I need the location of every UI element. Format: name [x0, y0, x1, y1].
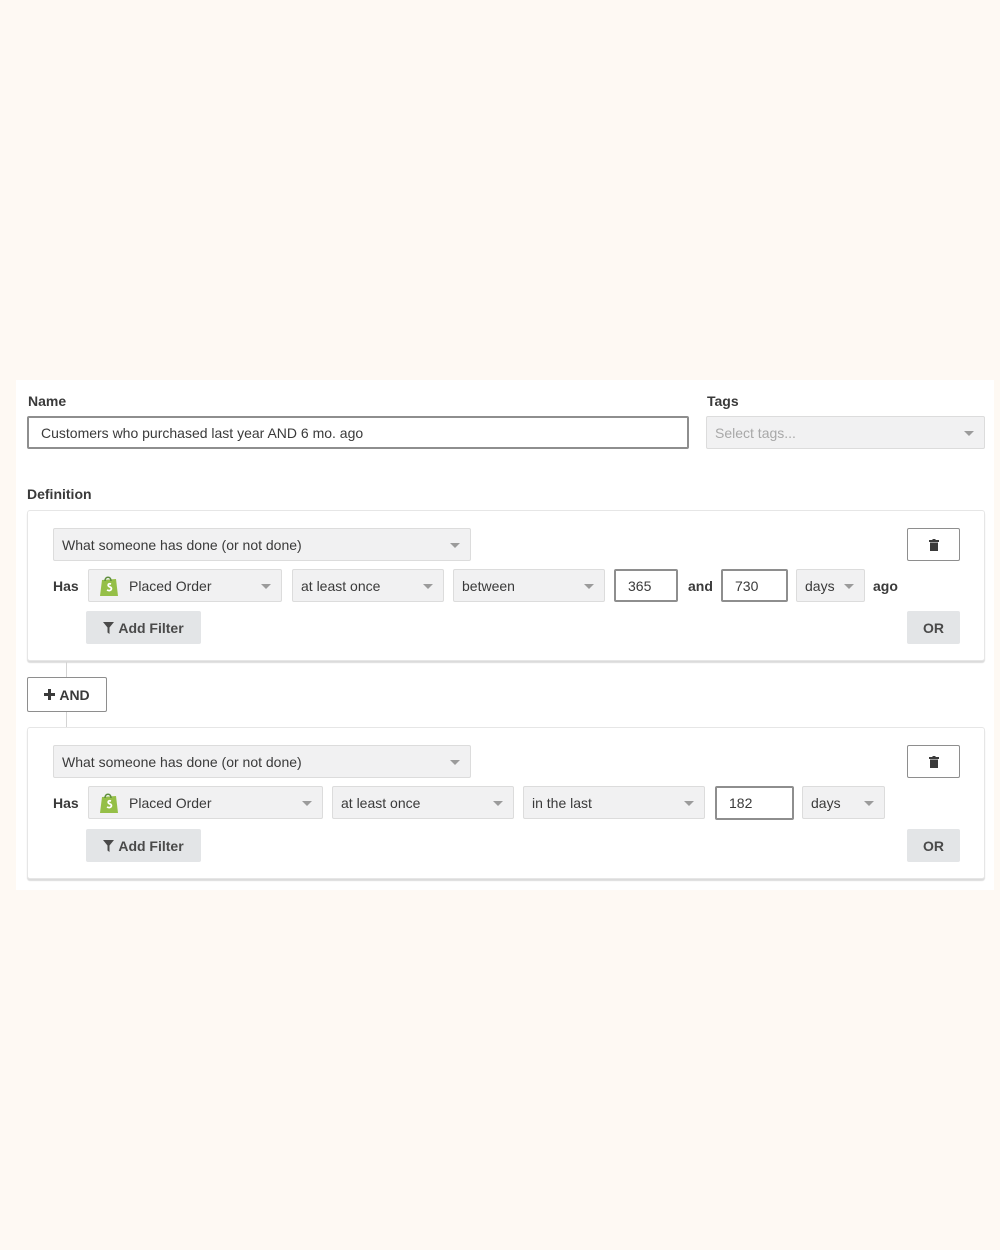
- unit-select[interactable]: days: [802, 786, 885, 819]
- definition-label: Definition: [27, 486, 92, 502]
- name-label: Name: [28, 393, 67, 409]
- condition-type-label: What someone has done (or not done): [62, 753, 302, 770]
- funnel-icon: [103, 621, 115, 634]
- condition-card-1: What someone has done (or not done) Has …: [27, 510, 985, 661]
- or-button[interactable]: OR: [907, 611, 960, 644]
- unit-label: days: [811, 794, 841, 811]
- and-label: and: [688, 578, 713, 594]
- tags-placeholder: Select tags...: [715, 424, 796, 441]
- has-label: Has: [53, 795, 79, 811]
- frequency-label: at least once: [301, 577, 381, 594]
- add-and-condition-button[interactable]: AND: [27, 677, 107, 712]
- add-filter-button[interactable]: Add Filter: [86, 829, 201, 862]
- chevron-down-icon: [684, 800, 694, 806]
- condition-type-label: What someone has done (or not done): [62, 536, 302, 553]
- metric-label: Placed Order: [129, 794, 212, 811]
- chevron-down-icon: [584, 583, 594, 589]
- unit-select[interactable]: days: [796, 569, 865, 602]
- plus-icon: [44, 689, 56, 700]
- trash-icon: [928, 755, 939, 768]
- connector-line: [66, 662, 67, 678]
- timeframe-label: between: [462, 577, 515, 594]
- metric-select[interactable]: Placed Order: [88, 569, 282, 602]
- add-filter-label: Add Filter: [118, 619, 184, 636]
- start-days-input[interactable]: 365: [614, 569, 678, 602]
- chevron-down-icon: [261, 583, 271, 589]
- segment-editor-panel: Name Customers who purchased last year A…: [16, 380, 994, 890]
- and-button-label: AND: [59, 686, 90, 703]
- timeframe-select[interactable]: in the last: [523, 786, 705, 819]
- name-input[interactable]: Customers who purchased last year AND 6 …: [27, 416, 689, 449]
- delete-condition-button[interactable]: [907, 528, 960, 561]
- add-filter-label: Add Filter: [118, 837, 184, 854]
- end-days-value: 730: [735, 577, 759, 594]
- chevron-down-icon: [450, 542, 460, 548]
- chevron-down-icon: [423, 583, 433, 589]
- days-input[interactable]: 182: [715, 786, 794, 820]
- tags-select[interactable]: Select tags...: [706, 416, 985, 449]
- chevron-down-icon: [964, 430, 974, 436]
- or-label: OR: [923, 837, 944, 854]
- timeframe-label: in the last: [532, 794, 592, 811]
- trash-icon: [928, 538, 939, 551]
- funnel-icon: [103, 839, 115, 852]
- metric-label: Placed Order: [129, 577, 212, 594]
- add-filter-button[interactable]: Add Filter: [86, 611, 201, 644]
- shopify-bag-icon: [100, 576, 118, 596]
- ago-label: ago: [873, 578, 898, 594]
- tags-label: Tags: [707, 393, 739, 409]
- name-input-value: Customers who purchased last year AND 6 …: [41, 424, 364, 441]
- chevron-down-icon: [864, 800, 874, 806]
- chevron-down-icon: [302, 800, 312, 806]
- chevron-down-icon: [493, 800, 503, 806]
- chevron-down-icon: [844, 583, 854, 589]
- delete-condition-button[interactable]: [907, 745, 960, 778]
- frequency-select[interactable]: at least once: [292, 569, 444, 602]
- condition-card-2: What someone has done (or not done) Has …: [27, 727, 985, 879]
- condition-type-select[interactable]: What someone has done (or not done): [53, 745, 471, 778]
- end-days-input[interactable]: 730: [721, 569, 788, 602]
- start-days-value: 365: [628, 577, 652, 594]
- connector-line: [66, 712, 67, 728]
- unit-label: days: [805, 577, 835, 594]
- or-button[interactable]: OR: [907, 829, 960, 862]
- frequency-label: at least once: [341, 794, 421, 811]
- metric-select[interactable]: Placed Order: [88, 786, 323, 819]
- chevron-down-icon: [450, 759, 460, 765]
- condition-type-select[interactable]: What someone has done (or not done): [53, 528, 471, 561]
- shopify-bag-icon: [100, 793, 118, 813]
- has-label: Has: [53, 578, 79, 594]
- days-value: 182: [729, 795, 753, 811]
- timeframe-select[interactable]: between: [453, 569, 605, 602]
- or-label: OR: [923, 619, 944, 636]
- frequency-select[interactable]: at least once: [332, 786, 514, 819]
